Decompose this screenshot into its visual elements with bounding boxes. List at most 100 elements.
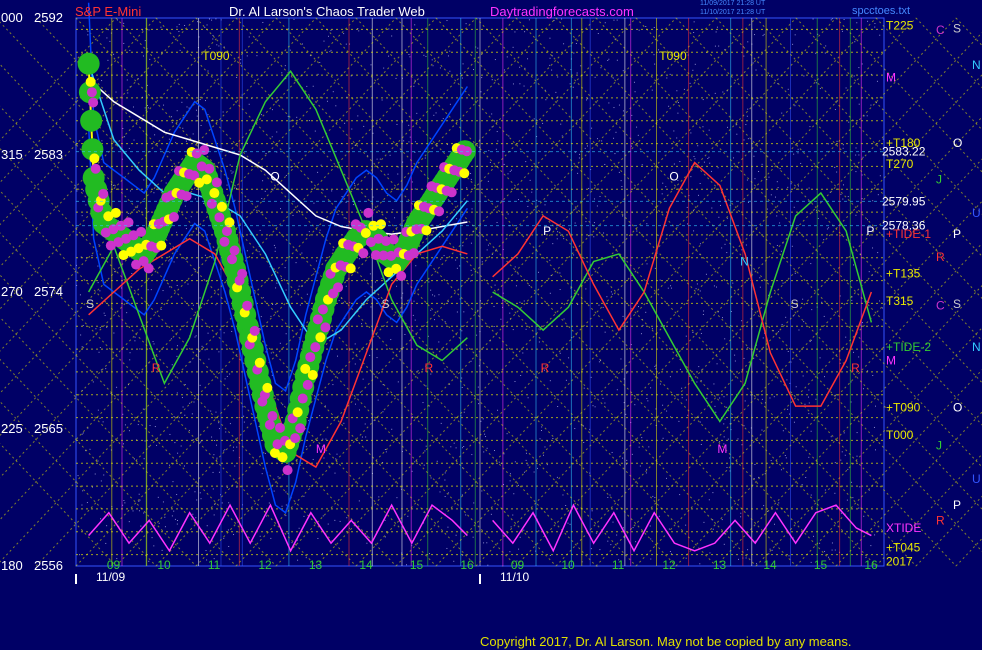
texture-dot [148,560,150,562]
texture-dot [509,480,511,482]
texture-dot [200,498,202,500]
texture-dot [423,464,425,466]
texture-dot [699,421,701,423]
texture-dot [218,428,220,430]
texture-dot [528,285,530,287]
texture-dot [176,26,178,28]
texture-dot [328,465,330,467]
series-line-3 [88,503,468,553]
texture-dot [762,337,764,339]
texture-dot [448,492,450,494]
texture-dot [823,315,825,317]
texture-dot [723,543,725,545]
texture-dot [449,50,451,52]
texture-dot [666,410,668,412]
texture-dot [113,184,115,186]
texture-dot [465,23,467,25]
texture-dot [769,548,771,550]
texture-dot [779,168,781,170]
price-dot [204,163,215,174]
texture-dot [639,465,641,467]
texture-dot [856,432,858,434]
texture-dot [740,516,742,518]
texture-dot [103,474,105,476]
texture-dot [124,502,126,504]
texture-dot [866,219,868,221]
texture-dot [322,515,324,517]
site-url-link[interactable]: Daytradingforecasts.com [490,4,634,19]
texture-dot [305,446,307,448]
texture-dot [147,289,149,291]
texture-dot [507,213,509,215]
texture-dot [692,69,694,71]
texture-dot [285,174,287,176]
texture-dot [785,457,787,459]
right-label: T315 [886,294,914,308]
texture-dot [633,81,635,83]
texture-dot [855,147,857,149]
texture-dot [176,494,178,496]
price-dot [292,407,303,418]
texture-dot [723,436,725,438]
texture-dot [472,69,474,71]
texture-dot [325,438,327,440]
texture-dot [438,294,440,296]
axis-angle-label: 225 [1,421,23,436]
date-label-day2: 11/10 [500,570,529,584]
texture-dot [137,424,139,426]
texture-dot [459,265,461,267]
texture-dot [784,455,786,457]
texture-dot [590,376,592,378]
texture-dot [786,379,788,381]
planet-letter: S [953,22,961,36]
texture-dot [621,186,623,188]
texture-dot [430,477,432,479]
texture-dot [561,135,563,137]
texture-dot [428,281,430,283]
texture-dot [129,352,131,354]
texture-dot [297,559,299,561]
texture-dot [866,115,868,117]
texture-dot [174,518,176,520]
texture-dot [173,261,175,263]
texture-dot [877,325,879,327]
texture-dot [594,406,596,408]
texture-dot [618,104,620,106]
texture-dot [712,492,714,494]
texture-dot [527,205,529,207]
texture-dot [622,527,624,529]
texture-dot [525,161,527,163]
texture-dot [80,334,82,336]
texture-dot [384,519,386,521]
texture-dot [207,114,209,116]
texture-dot [512,514,514,516]
texture-dot [810,263,812,265]
texture-dot [556,238,558,240]
texture-dot [206,24,208,26]
texture-dot [236,446,238,448]
texture-dot [97,265,99,267]
texture-dot [638,306,640,308]
right-label: M [886,354,896,368]
price-dot [376,219,386,230]
texture-dot [155,418,157,420]
texture-dot [439,67,441,69]
texture-dot [693,21,695,23]
texture-dot [824,550,826,552]
diagonal-grid-line [875,17,982,131]
diagonal-grid-line [795,369,982,567]
texture-dot [722,317,724,319]
texture-dot [741,249,743,251]
texture-dot [281,505,283,507]
texture-dot [834,549,836,551]
texture-dot [805,476,807,478]
texture-dot [693,31,695,33]
texture-dot [515,285,517,287]
texture-dot [374,281,376,283]
texture-dot [714,405,716,407]
texture-dot [354,363,356,365]
texture-dot [105,368,107,370]
texture-dot [715,31,717,33]
texture-dot [194,491,196,493]
texture-dot [612,77,614,79]
